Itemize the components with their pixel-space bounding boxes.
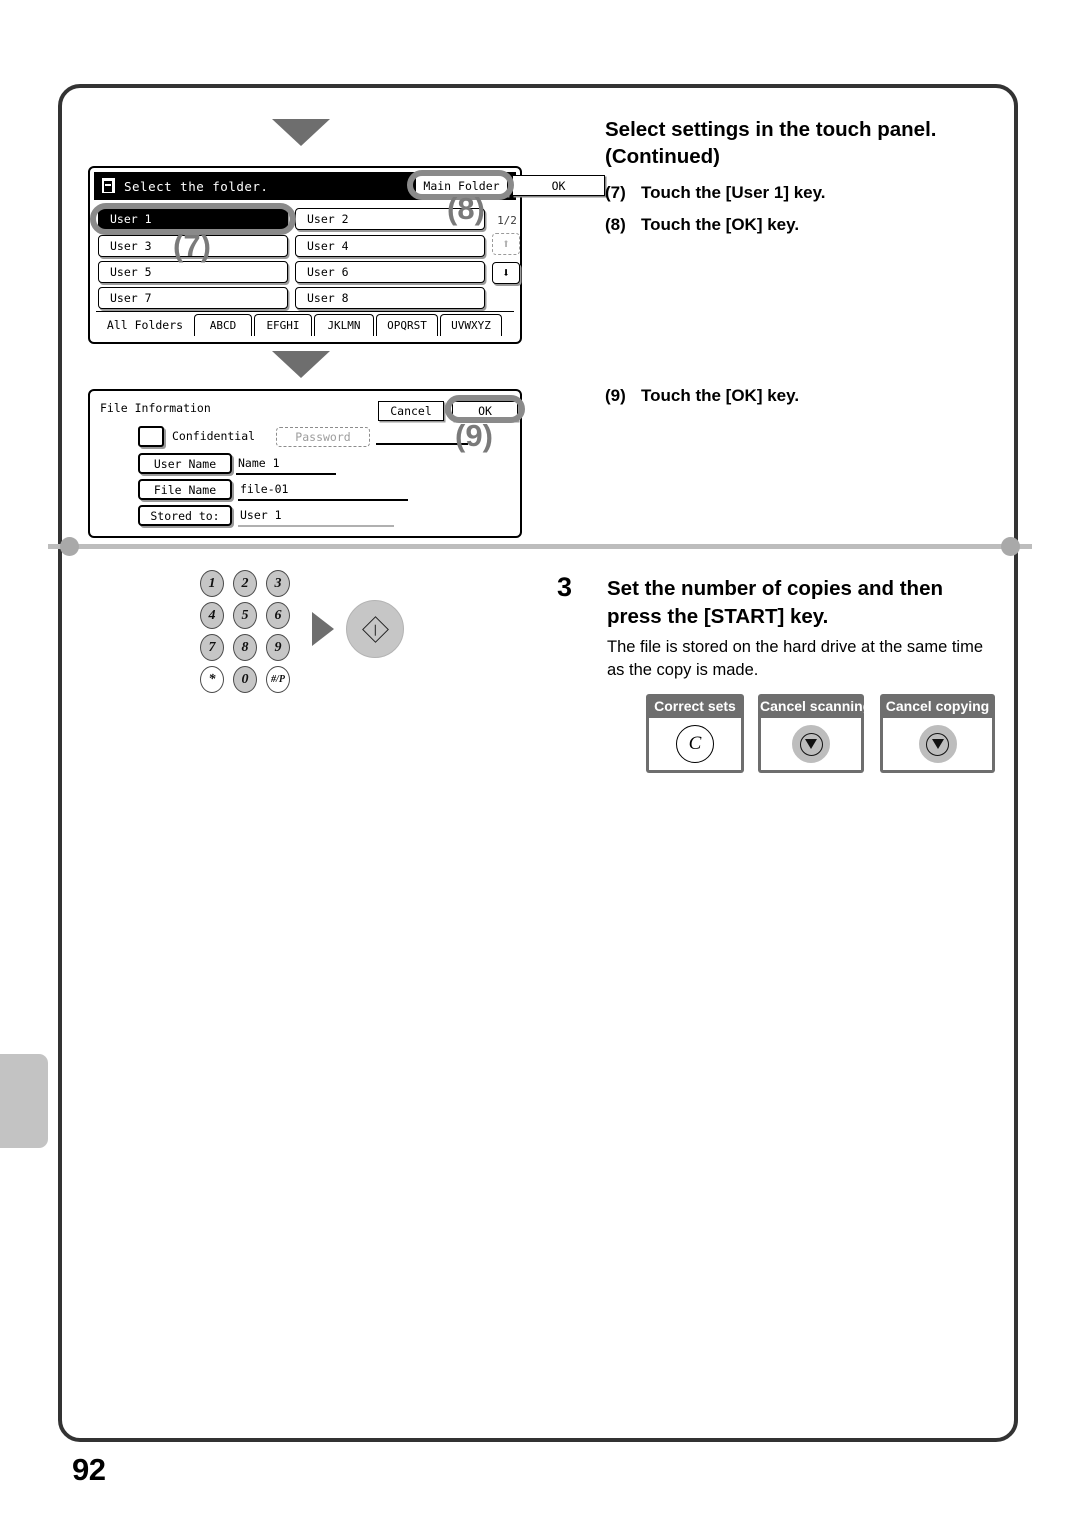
keypad-key-5[interactable]: 5 — [233, 602, 257, 629]
instruction-step-8: (8) Touch the [OK] key. — [605, 215, 1005, 235]
keypad-key-9[interactable]: 9 — [266, 634, 290, 661]
keypad-key-asterisk[interactable]: * — [200, 666, 224, 693]
callout-7: (7) — [173, 228, 211, 263]
user-key-4[interactable]: User 4 — [295, 235, 485, 257]
key-card-cancel-copying: Cancel copying — [880, 694, 995, 773]
scroll-down-button[interactable]: ⬇ — [492, 262, 520, 284]
scroll-up-button[interactable]: ⬆ — [492, 233, 520, 255]
file-name-field-line — [238, 499, 408, 501]
stored-to-button[interactable]: Stored to: — [138, 505, 232, 526]
step-7-number: (7) — [605, 183, 626, 202]
section-heading-line1: Select settings in the touch panel. — [605, 118, 937, 141]
folder-tab-uvwxyz[interactable]: UVWXYZ — [440, 314, 502, 336]
user-key-6[interactable]: User 6 — [295, 261, 485, 283]
keypad-key-8[interactable]: 8 — [233, 634, 257, 661]
step-3-number: 3 — [557, 572, 573, 602]
callout-8: (8) — [447, 191, 485, 226]
keypad-key-3[interactable]: 3 — [266, 570, 290, 597]
arrow-up-icon: ⬆ — [502, 236, 510, 252]
tab-separator — [96, 311, 514, 312]
key-card-label: Correct sets — [654, 698, 736, 714]
key-card-body — [761, 718, 861, 770]
user-name-button[interactable]: User Name — [138, 453, 232, 474]
user-name-field-line — [236, 473, 336, 475]
key-card-correct-sets: Correct sets C — [646, 694, 744, 773]
page-side-tab — [0, 1054, 48, 1148]
file-information-title: File Information — [100, 401, 211, 415]
page-number: 92 — [72, 1452, 106, 1487]
step-8-number: (8) — [605, 215, 626, 234]
folder-screen-title: Select the folder. — [124, 178, 269, 194]
file-name-button[interactable]: File Name — [138, 479, 232, 500]
divider-cap-left — [60, 537, 79, 556]
user-key-7[interactable]: User 7 — [98, 287, 288, 309]
flow-arrow-down-icon — [272, 351, 330, 378]
keypad-key-6[interactable]: 6 — [266, 602, 290, 629]
keypad-key-2[interactable]: 2 — [233, 570, 257, 597]
keypad-key-hash-p[interactable]: #/P — [266, 666, 290, 693]
keypad-row: 4 5 6 — [200, 602, 290, 629]
user-key-5[interactable]: User 5 — [98, 261, 288, 283]
keypad-key-0[interactable]: 0 — [233, 666, 257, 693]
folder-tab-abcd[interactable]: ABCD — [194, 314, 252, 336]
start-key-icon[interactable] — [346, 600, 404, 658]
folder-tab-all-folders[interactable]: All Folders — [98, 314, 192, 336]
section-divider — [48, 544, 1032, 549]
page-indicator: 1/2 — [497, 214, 517, 227]
divider-cap-right — [1001, 537, 1020, 556]
section-heading-line2: (Continued) — [605, 145, 720, 169]
instruction-step-7: (7) Touch the [User 1] key. — [605, 183, 1005, 203]
flow-arrow-down-icon — [272, 119, 330, 146]
step-3-title-line2: press the [START] key. — [607, 604, 829, 628]
keypad-key-4[interactable]: 4 — [200, 602, 224, 629]
user-name-value: Name 1 — [238, 456, 280, 470]
confidential-checkbox[interactable] — [138, 426, 164, 447]
keypad-key-1[interactable]: 1 — [200, 570, 224, 597]
file-info-cancel-button[interactable]: Cancel — [378, 401, 444, 421]
key-card-label: Cancel scanning — [760, 698, 872, 714]
arrow-down-icon: ⬇ — [502, 265, 510, 281]
user-key-8[interactable]: User 8 — [295, 287, 485, 309]
numeric-keypad-illustration: 1 2 3 4 5 6 7 8 9 * 0 #/P — [200, 570, 290, 698]
flow-arrow-right-icon — [312, 612, 334, 646]
step-9-number: (9) — [605, 386, 626, 405]
key-card-cancel-scanning: Cancel scanning — [758, 694, 872, 773]
step-8-text: Touch the [OK] key. — [641, 215, 800, 234]
stop-key-icon[interactable] — [792, 725, 830, 763]
section-heading: Select settings in the touch panel. (Con… — [605, 116, 1005, 170]
start-key-diamond-glyph — [361, 615, 389, 643]
stored-to-field-line — [238, 525, 394, 527]
instruction-step-9: (9) Touch the [OK] key. — [605, 386, 1005, 406]
confidential-label: Confidential — [172, 429, 256, 443]
key-card-label: Cancel copying — [885, 698, 990, 714]
folder-ok-button[interactable]: OK — [512, 175, 605, 196]
step-9-text: Touch the [OK] key. — [641, 386, 800, 405]
file-name-value: file-01 — [240, 482, 289, 496]
folder-tab-opqrst[interactable]: OPQRST — [376, 314, 438, 336]
step-3-body: The file is stored on the hard drive at … — [607, 638, 984, 680]
step-3-title-line1: Set the number of copies and then — [607, 577, 944, 600]
key-card-body: C — [649, 718, 741, 770]
keypad-key-7[interactable]: 7 — [200, 634, 224, 661]
callout-9: (9) — [455, 418, 493, 453]
step-7-text: Touch the [User 1] key. — [641, 183, 826, 202]
keypad-row: 7 8 9 — [200, 634, 290, 661]
clear-key-icon[interactable]: C — [676, 725, 714, 763]
stop-key-icon[interactable] — [918, 725, 957, 763]
keypad-row: * 0 #/P — [200, 666, 290, 693]
document-folder-icon — [100, 177, 117, 195]
key-card-body — [883, 718, 992, 770]
folder-tab-jklmn[interactable]: JKLMN — [314, 314, 374, 336]
password-button[interactable]: Password — [276, 427, 370, 447]
stored-to-value: User 1 — [240, 508, 282, 522]
folder-tab-efghi[interactable]: EFGHI — [254, 314, 312, 336]
step-3-title: Set the number of copies and then press … — [607, 575, 1007, 630]
keypad-row: 1 2 3 — [200, 570, 290, 597]
